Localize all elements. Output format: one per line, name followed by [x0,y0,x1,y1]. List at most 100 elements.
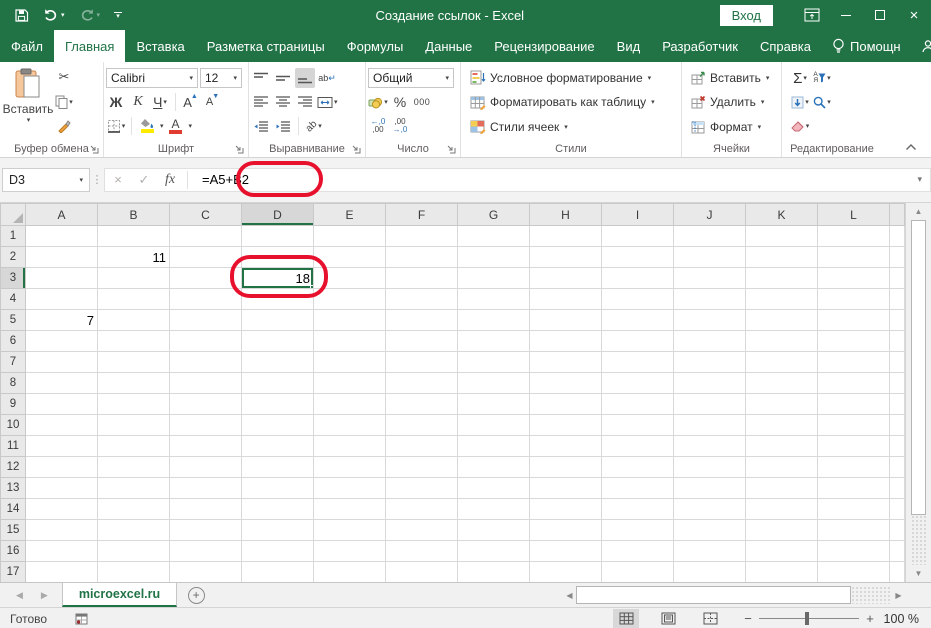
tab-review[interactable]: Рецензирование [483,30,605,62]
autosum-dropdown-icon[interactable]: ▾ [803,74,807,82]
cell-I1[interactable] [601,225,674,247]
cell-L5[interactable] [817,309,890,331]
cell-G8[interactable] [457,372,530,394]
fill-handle[interactable] [310,285,313,288]
row-header-15[interactable]: 15 [0,519,26,541]
borders-dropdown-icon[interactable]: ▾ [122,122,126,130]
maximize-button[interactable] [863,0,897,30]
font-size-combo[interactable]: 12 ▾ [200,68,242,88]
insert-cells-button[interactable]: Вставить ▾ [688,67,779,88]
cell-G15[interactable] [457,519,530,541]
row-header-5[interactable]: 5 [0,309,26,331]
clear-button[interactable]: ▾ [790,116,810,136]
row-header-14[interactable]: 14 [0,498,26,520]
cell-J3[interactable] [673,267,746,289]
column-header-C[interactable]: C [169,203,242,226]
column-header-H[interactable]: H [529,203,602,226]
cell-E8[interactable] [313,372,386,394]
accounting-dropdown-icon[interactable]: ▾ [384,98,388,106]
cell-H5[interactable] [529,309,602,331]
cell-D7[interactable] [241,351,314,373]
orientation-icon[interactable]: ab ▾ [304,116,324,136]
cell-D4[interactable] [241,288,314,310]
cell-styles-button[interactable]: Стили ячеек ▾ [467,116,679,137]
cell-A14[interactable] [25,498,98,520]
cell-L14[interactable] [817,498,890,520]
scroll-right-icon[interactable]: ▶ [892,586,905,604]
cell-styles-dropdown-icon[interactable]: ▾ [564,123,568,131]
sheet-nav-right-icon[interactable]: ▶ [41,590,48,601]
cell-K15[interactable] [745,519,818,541]
fill-down-button[interactable]: ▾ [790,92,810,112]
undo-button[interactable]: ▾ [43,8,65,22]
underline-dropdown-icon[interactable]: ▾ [163,98,167,106]
cell-F3[interactable] [385,267,458,289]
cell-A7[interactable] [25,351,98,373]
conditional-formatting-button[interactable]: Условное форматирование ▾ [467,67,679,88]
vertical-scroll-thumb[interactable] [911,220,926,515]
zoom-slider-thumb[interactable] [805,612,809,625]
customize-qat-icon[interactable]: ▾ [114,11,123,20]
row-header-2[interactable]: 2 [0,246,26,268]
cell-I14[interactable] [601,498,674,520]
cell-I6[interactable] [601,330,674,352]
cell-G7[interactable] [457,351,530,373]
cell-G10[interactable] [457,414,530,436]
cell-H9[interactable] [529,393,602,415]
cell-A1[interactable] [25,225,98,247]
normal-view-button[interactable] [613,608,639,628]
cell-C14[interactable] [169,498,242,520]
cell-B14[interactable] [97,498,170,520]
name-box-dropdown-icon[interactable]: ▾ [79,176,83,184]
undo-dropdown-icon[interactable]: ▾ [61,11,65,19]
cell-B11[interactable] [97,435,170,457]
paste-button[interactable]: Вставить ▾ [2,65,54,140]
cell-L9[interactable] [817,393,890,415]
name-box[interactable]: D3 ▾ [2,167,90,192]
cell-I17[interactable] [601,561,674,583]
scroll-up-icon[interactable]: ▲ [910,203,927,220]
column-header-B[interactable]: B [97,203,170,226]
vertical-scrollbar[interactable]: ▲ ▼ [905,203,931,582]
cell-F5[interactable] [385,309,458,331]
cell-K13[interactable] [745,477,818,499]
cell-F15[interactable] [385,519,458,541]
cell-L17[interactable] [817,561,890,583]
cell-G9[interactable] [457,393,530,415]
font-color-dropdown-icon[interactable]: ▾ [189,122,193,130]
cell-F1[interactable] [385,225,458,247]
cell-J14[interactable] [673,498,746,520]
insert-cells-dropdown-icon[interactable]: ▾ [766,74,770,82]
cell-A8[interactable] [25,372,98,394]
cell-C9[interactable] [169,393,242,415]
tab-data[interactable]: Данные [414,30,483,62]
cell-B10[interactable] [97,414,170,436]
cell-A3[interactable] [25,267,98,289]
cell-B13[interactable] [97,477,170,499]
tab-view[interactable]: Вид [606,30,652,62]
cell-F17[interactable] [385,561,458,583]
cell-K6[interactable] [745,330,818,352]
cell-E17[interactable] [313,561,386,583]
cell-C5[interactable] [169,309,242,331]
cell-G11[interactable] [457,435,530,457]
cell-J9[interactable] [673,393,746,415]
cell-C16[interactable] [169,540,242,562]
cell-H6[interactable] [529,330,602,352]
cell-K2[interactable] [745,246,818,268]
row-header-4[interactable]: 4 [0,288,26,310]
cell-J10[interactable] [673,414,746,436]
font-color-button[interactable]: А [166,116,186,136]
cell-J17[interactable] [673,561,746,583]
cell-I4[interactable] [601,288,674,310]
cell-C13[interactable] [169,477,242,499]
cell-L3[interactable] [817,267,890,289]
format-as-table-dropdown-icon[interactable]: ▾ [651,98,655,106]
italic-button[interactable]: К [128,92,148,112]
format-cells-dropdown-icon[interactable]: ▾ [758,123,762,131]
cell-C1[interactable] [169,225,242,247]
cell-K16[interactable] [745,540,818,562]
minimize-button[interactable] [829,0,863,30]
format-cells-button[interactable]: Формат ▾ [688,116,779,137]
cell-I16[interactable] [601,540,674,562]
